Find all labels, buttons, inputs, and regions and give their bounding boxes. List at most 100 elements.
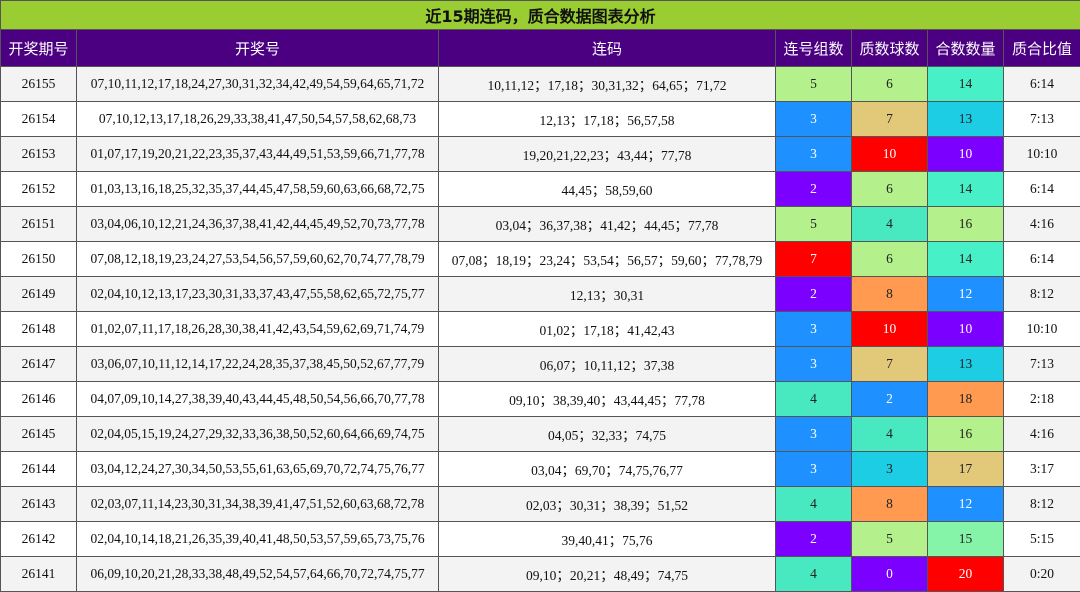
cell-consecutive: 03,04；36,37,38；41,42；44,45；77,78 [439, 207, 776, 242]
header-composite-count: 合数数量 [928, 30, 1004, 67]
cell-composite-count: 17 [928, 452, 1004, 487]
cell-composite-count: 12 [928, 487, 1004, 522]
cell-ratio: 4:16 [1004, 417, 1080, 452]
cell-numbers: 04,07,09,10,14,27,38,39,40,43,44,45,48,5… [77, 382, 439, 417]
cell-issue: 26151 [1, 207, 77, 242]
cell-issue: 26146 [1, 382, 77, 417]
cell-group-count: 3 [776, 347, 852, 382]
table-row: 2614502,04,05,15,19,24,27,29,32,33,36,38… [1, 417, 1080, 452]
cell-numbers: 02,04,10,12,13,17,23,30,31,33,37,43,47,5… [77, 277, 439, 312]
cell-prime-count: 2 [852, 382, 928, 417]
cell-consecutive: 09,10；38,39,40；43,44,45；77,78 [439, 382, 776, 417]
cell-numbers: 07,10,11,12,17,18,24,27,30,31,32,34,42,4… [77, 67, 439, 102]
cell-numbers: 02,04,10,14,18,21,26,35,39,40,41,48,50,5… [77, 522, 439, 557]
cell-numbers: 01,03,13,16,18,25,32,35,37,44,45,47,58,5… [77, 172, 439, 207]
cell-composite-count: 14 [928, 242, 1004, 277]
cell-prime-count: 4 [852, 417, 928, 452]
cell-prime-count: 7 [852, 347, 928, 382]
cell-ratio: 7:13 [1004, 102, 1080, 137]
cell-ratio: 10:10 [1004, 137, 1080, 172]
cell-issue: 26155 [1, 67, 77, 102]
cell-ratio: 7:13 [1004, 347, 1080, 382]
table-row: 2615301,07,17,19,20,21,22,23,35,37,43,44… [1, 137, 1080, 172]
cell-numbers: 07,08,12,18,19,23,24,27,53,54,56,57,59,6… [77, 242, 439, 277]
cell-group-count: 4 [776, 382, 852, 417]
cell-numbers: 03,04,06,10,12,21,24,36,37,38,41,42,44,4… [77, 207, 439, 242]
cell-prime-count: 10 [852, 137, 928, 172]
lottery-analysis-table-wrap: 近15期连码，质合数据图表分析 开奖期号 开奖号 连码 连号组数 质数球数 合数… [0, 0, 1080, 590]
cell-composite-count: 14 [928, 67, 1004, 102]
cell-issue: 26152 [1, 172, 77, 207]
cell-group-count: 3 [776, 417, 852, 452]
cell-numbers: 02,04,05,15,19,24,27,29,32,33,36,38,50,5… [77, 417, 439, 452]
table-row: 2615507,10,11,12,17,18,24,27,30,31,32,34… [1, 67, 1080, 102]
table-row: 2614403,04,12,24,27,30,34,50,53,55,61,63… [1, 452, 1080, 487]
cell-group-count: 5 [776, 67, 852, 102]
table-row: 2614801,02,07,11,17,18,26,28,30,38,41,42… [1, 312, 1080, 347]
cell-consecutive: 06,07；10,11,12；37,38 [439, 347, 776, 382]
cell-composite-count: 12 [928, 277, 1004, 312]
cell-group-count: 2 [776, 277, 852, 312]
table-row: 2614703,06,07,10,11,12,14,17,22,24,28,35… [1, 347, 1080, 382]
cell-composite-count: 13 [928, 347, 1004, 382]
cell-composite-count: 10 [928, 312, 1004, 347]
cell-issue: 26148 [1, 312, 77, 347]
cell-ratio: 5:15 [1004, 522, 1080, 557]
cell-consecutive: 03,04；69,70；74,75,76,77 [439, 452, 776, 487]
cell-group-count: 2 [776, 172, 852, 207]
cell-ratio: 8:12 [1004, 487, 1080, 522]
cell-ratio: 8:12 [1004, 277, 1080, 312]
cell-issue: 26144 [1, 452, 77, 487]
cell-composite-count: 14 [928, 172, 1004, 207]
cell-prime-count: 8 [852, 487, 928, 522]
cell-consecutive: 04,05；32,33；74,75 [439, 417, 776, 452]
table-row: 2615103,04,06,10,12,21,24,36,37,38,41,42… [1, 207, 1080, 242]
cell-numbers: 03,06,07,10,11,12,14,17,22,24,28,35,37,3… [77, 347, 439, 382]
cell-numbers: 01,07,17,19,20,21,22,23,35,37,43,44,49,5… [77, 137, 439, 172]
cell-group-count: 2 [776, 522, 852, 557]
cell-prime-count: 0 [852, 557, 928, 592]
cell-group-count: 5 [776, 207, 852, 242]
cell-ratio: 6:14 [1004, 67, 1080, 102]
cell-issue: 26153 [1, 137, 77, 172]
cell-consecutive: 02,03；30,31；38,39；51,52 [439, 487, 776, 522]
table-row: 2614202,04,10,14,18,21,26,35,39,40,41,48… [1, 522, 1080, 557]
cell-group-count: 3 [776, 452, 852, 487]
cell-issue: 26143 [1, 487, 77, 522]
cell-group-count: 3 [776, 102, 852, 137]
cell-numbers: 07,10,12,13,17,18,26,29,33,38,41,47,50,5… [77, 102, 439, 137]
table-body: 2615507,10,11,12,17,18,24,27,30,31,32,34… [1, 67, 1080, 592]
table-row: 2615407,10,12,13,17,18,26,29,33,38,41,47… [1, 102, 1080, 137]
cell-issue: 26154 [1, 102, 77, 137]
cell-ratio: 6:14 [1004, 172, 1080, 207]
cell-consecutive: 09,10；20,21；48,49；74,75 [439, 557, 776, 592]
table-row: 2614106,09,10,20,21,28,33,38,48,49,52,54… [1, 557, 1080, 592]
cell-group-count: 3 [776, 137, 852, 172]
cell-consecutive: 12,13；17,18；56,57,58 [439, 102, 776, 137]
cell-consecutive: 07,08；18,19；23,24；53,54；56,57；59,60；77,7… [439, 242, 776, 277]
cell-prime-count: 6 [852, 67, 928, 102]
cell-issue: 26147 [1, 347, 77, 382]
cell-numbers: 01,02,07,11,17,18,26,28,30,38,41,42,43,5… [77, 312, 439, 347]
cell-group-count: 4 [776, 557, 852, 592]
cell-composite-count: 18 [928, 382, 1004, 417]
cell-prime-count: 7 [852, 102, 928, 137]
header-group-count: 连号组数 [776, 30, 852, 67]
cell-ratio: 6:14 [1004, 242, 1080, 277]
cell-composite-count: 16 [928, 207, 1004, 242]
cell-prime-count: 6 [852, 172, 928, 207]
cell-prime-count: 8 [852, 277, 928, 312]
cell-prime-count: 4 [852, 207, 928, 242]
cell-issue: 26150 [1, 242, 77, 277]
header-row: 开奖期号 开奖号 连码 连号组数 质数球数 合数数量 质合比值 [1, 30, 1080, 67]
table-row: 2615007,08,12,18,19,23,24,27,53,54,56,57… [1, 242, 1080, 277]
cell-numbers: 03,04,12,24,27,30,34,50,53,55,61,63,65,6… [77, 452, 439, 487]
table-title: 近15期连码，质合数据图表分析 [1, 1, 1080, 30]
cell-ratio: 2:18 [1004, 382, 1080, 417]
header-prime-count: 质数球数 [852, 30, 928, 67]
table-row: 2615201,03,13,16,18,25,32,35,37,44,45,47… [1, 172, 1080, 207]
cell-numbers: 06,09,10,20,21,28,33,38,48,49,52,54,57,6… [77, 557, 439, 592]
cell-prime-count: 10 [852, 312, 928, 347]
cell-prime-count: 6 [852, 242, 928, 277]
cell-ratio: 0:20 [1004, 557, 1080, 592]
